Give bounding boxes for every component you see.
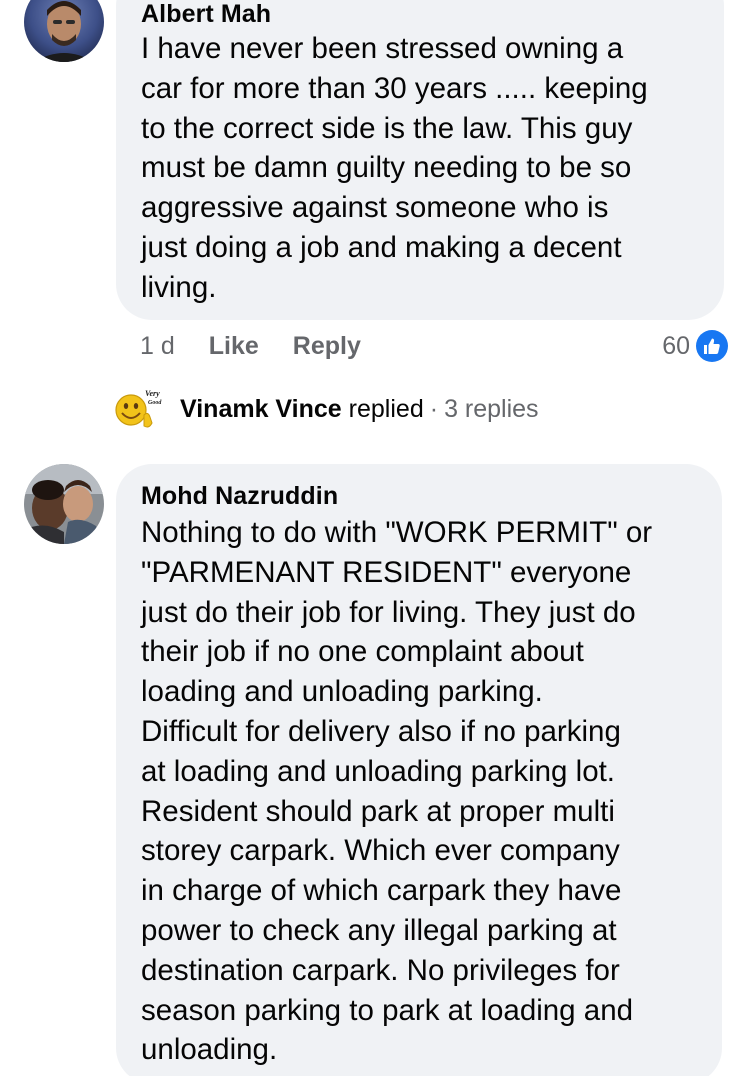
comment-author-mohd-nazruddin[interactable]: Mohd Nazruddin	[141, 482, 338, 511]
reply-count: 3 replies	[444, 394, 539, 423]
view-replies-link[interactable]: Very Good Vinamk Vince replied · 3 repli…	[114, 385, 539, 433]
comment-timestamp[interactable]: 1 d	[140, 332, 175, 361]
comment-line: destination carpark. No privileges for	[141, 953, 620, 987]
reply-button[interactable]: Reply	[293, 332, 361, 361]
comment-line: in charge of which carpark they have	[141, 874, 622, 908]
avatar-albert-mah[interactable]	[24, 0, 104, 62]
comment-body-albert-mah: I have never been stressed owning a car …	[141, 29, 648, 308]
comment-body-mohd-nazruddin: Nothing to do with "WORK PERMIT" or "PAR…	[141, 513, 652, 1070]
separator-dot: ·	[429, 394, 439, 423]
reaction-summary[interactable]: 60	[662, 326, 728, 366]
comment-line: just doing a job and making a decent	[141, 230, 622, 264]
comment-line: aggressive against someone who is	[141, 191, 609, 225]
thumbs-up-icon	[696, 330, 728, 362]
comment-line: unloading.	[141, 1033, 278, 1067]
replied-label: replied	[348, 394, 424, 423]
comment-line: Nothing to do with "WORK PERMIT" or	[141, 516, 653, 549]
comment-line: at loading and unloading parking lot.	[141, 754, 616, 788]
comment-author-albert-mah[interactable]: Albert Mah	[141, 0, 271, 29]
avatar-vinamk-vince: Very Good	[114, 385, 166, 433]
reply-author-name: Vinamk Vince	[180, 394, 342, 423]
sticker-text: Good	[148, 400, 162, 406]
reaction-count: 60	[662, 331, 690, 360]
comment-line: just do their job for living. They just …	[141, 595, 636, 629]
comment-line: Resident should park at proper multi	[141, 794, 615, 828]
comment-line: car for more than 30 years ..... keeping	[141, 71, 648, 105]
comment-line: power to check any illegal parking at	[141, 913, 617, 947]
comment-line: must be damn guilty needing to be so	[141, 151, 632, 185]
comment-line: season parking to park at loading and	[141, 993, 634, 1027]
comment-line: I have never been stressed owning a	[141, 32, 624, 65]
comment-line: Difficult for delivery also if no parkin…	[141, 714, 621, 748]
comment-line: to the correct side is the law. This guy	[141, 111, 633, 145]
comment-line: living.	[141, 270, 217, 304]
like-button[interactable]: Like	[209, 332, 259, 361]
comment-line: storey carpark. Which ever company	[141, 834, 620, 868]
sticker-text: Very	[145, 389, 160, 398]
avatar-mohd-nazruddin[interactable]	[24, 464, 104, 544]
comment-line: loading and unloading parking.	[141, 675, 543, 709]
comment-line: "PARMENANT RESIDENT" everyone	[141, 555, 632, 589]
comment-line: their job if no one complaint about	[141, 635, 584, 669]
comment-actions: 1 d Like Reply	[140, 326, 361, 366]
